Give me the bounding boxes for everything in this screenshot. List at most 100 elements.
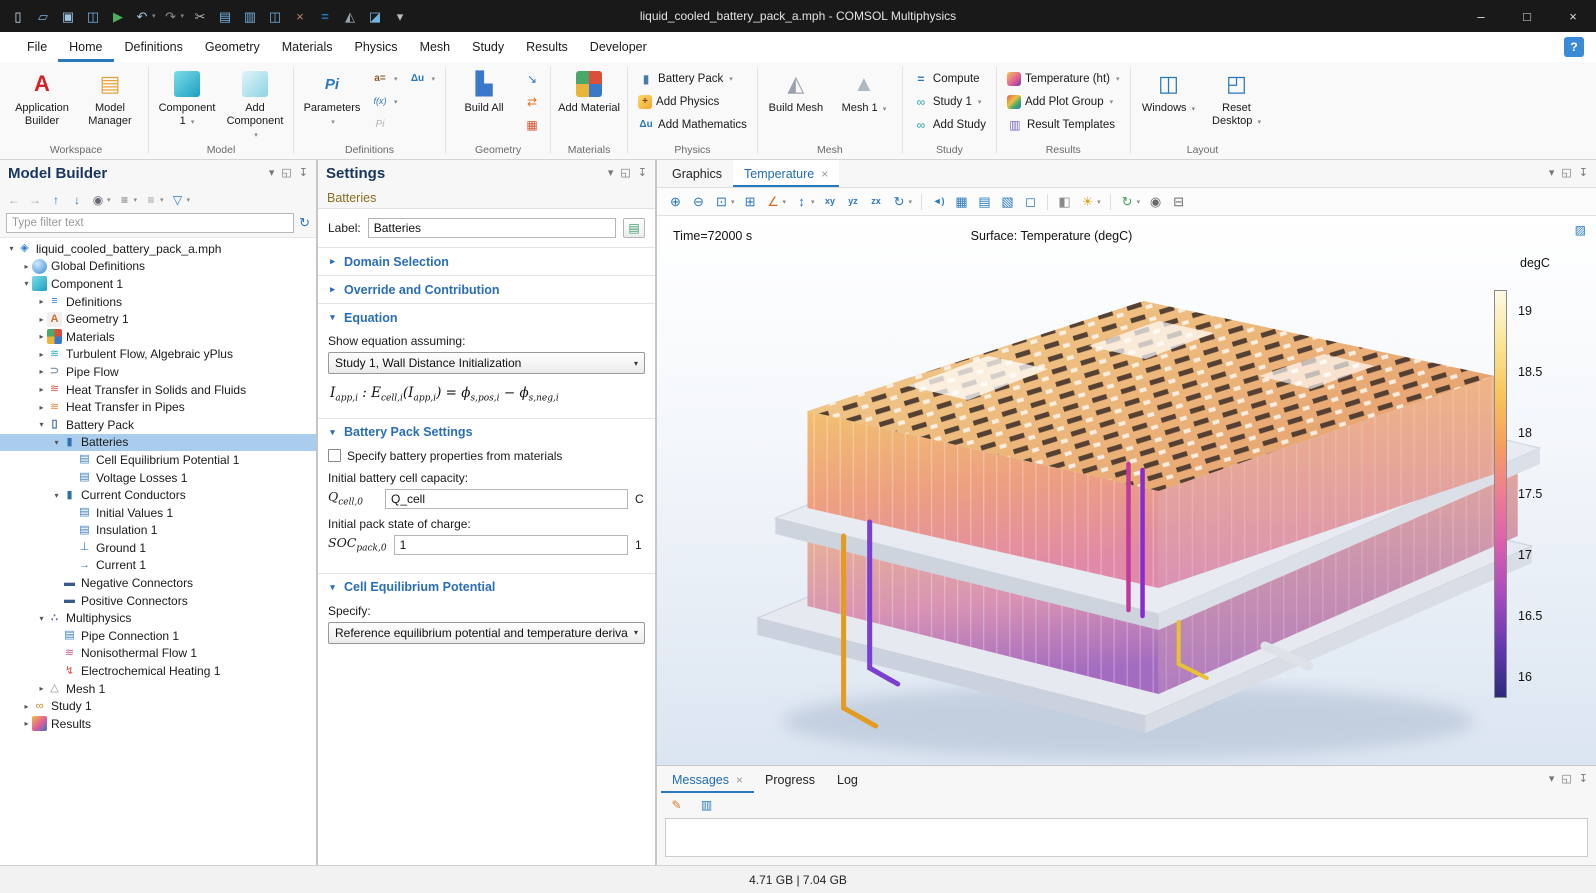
close-button[interactable]: × xyxy=(1550,0,1596,32)
tree-node-voltage-losses-1[interactable]: ▤Voltage Losses 1 xyxy=(0,469,316,487)
collapse-arrow-icon[interactable]: ▾ xyxy=(36,420,47,429)
section-header-cell-equilibrium-potential[interactable]: ▾ Cell Equilibrium Potential xyxy=(318,574,655,601)
pin-button[interactable]: ↧ xyxy=(638,168,647,179)
table-button[interactable]: ▦ xyxy=(951,192,972,211)
duplicate-button[interactable]: ◫ xyxy=(263,3,287,29)
open-button[interactable]: ▱ xyxy=(31,3,55,29)
ribbon-add-mathematics[interactable]: ΔuAdd Mathematics xyxy=(633,114,752,135)
expand-arrow-icon[interactable]: ▸ xyxy=(36,315,47,324)
camera-button[interactable]: ◉ xyxy=(1145,192,1166,211)
ribbon-application-builder[interactable]: AApplication Builder xyxy=(9,65,75,129)
specify-from-materials-checkbox[interactable] xyxy=(328,449,341,462)
menu-tab-geometry[interactable]: Geometry xyxy=(194,32,271,62)
tree-node-current-1[interactable]: →Current 1 xyxy=(0,557,316,575)
tree-node-definitions[interactable]: ▸≡Definitions xyxy=(0,293,316,311)
tree-node-heat-transfer-in-pipes[interactable]: ▸≋Heat Transfer in Pipes xyxy=(0,398,316,416)
menu-tab-physics[interactable]: Physics xyxy=(343,32,408,62)
tree-node-ground-1[interactable]: ⊥Ground 1 xyxy=(0,539,316,557)
ribbon-result-templates[interactable]: ▥Result Templates xyxy=(1002,114,1125,135)
expand-arrow-icon[interactable]: ▸ xyxy=(36,403,47,412)
float-window-button[interactable]: ◱ xyxy=(281,168,291,179)
ribbon-compute[interactable]: =Compute xyxy=(908,68,991,89)
float-window-button[interactable]: ◱ xyxy=(1561,774,1571,785)
ribbon-windows[interactable]: ◫Windows ▾ xyxy=(1136,65,1202,116)
menu-tab-home[interactable]: Home xyxy=(58,32,113,62)
zoom-out-button[interactable]: ⊖ xyxy=(688,192,709,211)
tree-node-turbulent-flow-algebraic-yplus[interactable]: ▸≋Turbulent Flow, Algebraic yPlus xyxy=(0,346,316,364)
tree-node-initial-values-1[interactable]: ▤Initial Values 1 xyxy=(0,504,316,522)
menu-tab-materials[interactable]: Materials xyxy=(271,32,344,62)
chevron-down-button[interactable]: ▾ xyxy=(1549,774,1555,785)
close-tab-icon[interactable]: × xyxy=(736,773,743,787)
close-tab-icon[interactable]: × xyxy=(821,167,828,181)
expand-arrow-icon[interactable]: ▸ xyxy=(21,719,32,728)
undo-button[interactable]: ↶▾ xyxy=(131,3,159,29)
tree-node-negative-connectors[interactable]: ▬Negative Connectors xyxy=(0,574,316,592)
rename-button[interactable]: ▤ xyxy=(623,218,645,238)
chevron-down-button[interactable]: ▾ xyxy=(269,168,275,179)
print-button[interactable]: ⊟ xyxy=(1168,192,1189,211)
update-plot-button[interactable]: ↻▾ xyxy=(1117,192,1144,211)
tree-node-mesh-1[interactable]: ▸△Mesh 1 xyxy=(0,680,316,698)
clear-messages-button[interactable]: ✎ xyxy=(666,795,687,814)
tree-node-current-conductors[interactable]: ▾▮Current Conductors xyxy=(0,486,316,504)
copy-button[interactable]: ▤ xyxy=(213,3,237,29)
plot-properties-button[interactable]: ▨ xyxy=(1575,223,1586,237)
move-down-button[interactable]: ↓ xyxy=(67,191,87,209)
move-up-button[interactable]: ↑ xyxy=(46,191,66,209)
ribbon-functions-icon[interactable]: f(x)▾ xyxy=(367,91,403,112)
tree-node-component-1[interactable]: ▾Component 1 xyxy=(0,275,316,293)
paste-button[interactable]: ▥ xyxy=(238,3,262,29)
expand-arrow-icon[interactable]: ▸ xyxy=(36,332,47,341)
ribbon-virtual-operations-icon[interactable]: ▦ xyxy=(519,114,545,135)
tree-node-materials[interactable]: ▸Materials xyxy=(0,328,316,346)
scene-light-button[interactable]: ☀▾ xyxy=(1077,192,1104,211)
ribbon-parameters[interactable]: PiParameters ▾ xyxy=(299,65,365,129)
tree-node-nonisothermal-flow-1[interactable]: ≋Nonisothermal Flow 1 xyxy=(0,645,316,663)
tree-node-results[interactable]: ▸Results xyxy=(0,715,316,733)
save-button[interactable]: ▣ xyxy=(56,3,80,29)
collapse-arrow-icon[interactable]: ▾ xyxy=(36,614,47,623)
compute-button[interactable]: = xyxy=(313,3,337,29)
menu-tab-developer[interactable]: Developer xyxy=(579,32,658,62)
collapse-arrow-icon[interactable]: ▾ xyxy=(51,491,62,500)
view-yz-button[interactable]: yz xyxy=(843,192,864,211)
view-zx-button[interactable]: zx xyxy=(866,192,887,211)
redo-button[interactable]: ↷▾ xyxy=(160,3,188,29)
tree-node-multiphysics[interactable]: ▾∴Multiphysics xyxy=(0,609,316,627)
transparency-button[interactable]: ◻ xyxy=(1020,192,1041,211)
specify-select[interactable]: Reference equilibrium potential and temp… xyxy=(328,622,645,644)
ribbon-mesh-1[interactable]: ▲Mesh 1 ▾ xyxy=(831,65,897,116)
evaluate-button[interactable]: ▤ xyxy=(974,192,995,211)
build-mesh-button[interactable]: ◭ xyxy=(338,3,362,29)
ribbon-add-component[interactable]: Add Component ▾ xyxy=(222,65,288,142)
collapse-arrow-icon[interactable]: ▾ xyxy=(51,438,62,447)
expand-arrow-icon[interactable]: ▸ xyxy=(21,702,32,711)
tab-graphics[interactable]: Graphics xyxy=(661,160,733,187)
copy-text-button[interactable]: ▥ xyxy=(696,795,717,814)
ribbon-coupling-icon[interactable]: Δu▾ xyxy=(405,68,441,89)
ribbon-add-physics[interactable]: +Add Physics xyxy=(633,91,752,112)
back-button[interactable]: ← xyxy=(4,191,24,209)
menu-tab-results[interactable]: Results xyxy=(515,32,579,62)
ribbon-temperature-ht[interactable]: Temperature (ht)▾ xyxy=(1002,68,1125,89)
menu-tab-study[interactable]: Study xyxy=(461,32,515,62)
zoom-in-button[interactable]: ⊕ xyxy=(665,192,686,211)
cell-capacity-input[interactable] xyxy=(385,489,628,509)
help-button[interactable]: ? xyxy=(1564,37,1584,57)
minimize-button[interactable]: – xyxy=(1458,0,1504,32)
ribbon-battery-pack[interactable]: ▮Battery Pack▾ xyxy=(633,68,752,89)
section-header-battery-pack-settings[interactable]: ▾ Battery Pack Settings xyxy=(318,419,655,446)
menu-tab-file[interactable]: File xyxy=(16,32,58,62)
float-window-button[interactable]: ◱ xyxy=(620,168,630,179)
tree-node-geometry-1[interactable]: ▸AGeometry 1 xyxy=(0,310,316,328)
section-header-domain-selection[interactable]: ▸ Domain Selection xyxy=(318,248,655,275)
expand-arrow-icon[interactable]: ▸ xyxy=(36,684,47,693)
ribbon-build-all[interactable]: ▙Build All xyxy=(451,65,517,116)
tree-node-battery-pack[interactable]: ▾▯Battery Pack xyxy=(0,416,316,434)
tree-node-electrochemical-heating-1[interactable]: ↯Electrochemical Heating 1 xyxy=(0,662,316,680)
expand-all-button[interactable]: ≡▾ xyxy=(141,191,167,209)
chevron-down-button[interactable]: ▾ xyxy=(608,168,614,179)
tab-log[interactable]: Log xyxy=(826,766,869,793)
ribbon-model-manager[interactable]: ▤Model Manager xyxy=(77,65,143,129)
